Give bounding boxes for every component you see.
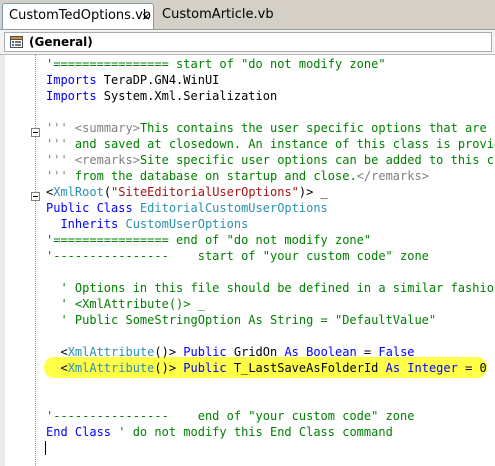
class-name-dropdown[interactable]: (General) [4,32,492,52]
code-token: = [356,345,379,359]
code-token: Imports [46,89,97,103]
code-token: ' Options in this file should be defined… [46,281,495,295]
code-token: EditorialCustomUserOptions [139,201,328,215]
tab-label: CustomArticle.vb [162,7,274,22]
code-token: Inherits [46,217,119,231]
code-line[interactable]: ''' from the database on startup and clo… [46,168,429,184]
code-token: CustomUserOptions [125,217,249,231]
code-token: Public Class [46,201,133,215]
code-line[interactable]: '================ end of "do not modify … [46,232,371,248]
code-token: This contains the user specific options … [139,121,495,135]
document-tab-bar: CustomTedOptions.vb × CustomArticle.vb [0,0,495,30]
code-line[interactable]: ''' and saved at closedown. An instance … [46,136,495,152]
code-line[interactable]: <XmlRoot("SiteEditorialUserOptions")> _ [46,184,328,200]
code-line[interactable]: End Class ' do not modify this End Class… [46,424,393,440]
code-token: XmlRoot [53,185,104,199]
code-token: GridOn [226,345,285,359]
code-token: XmlAttribute [67,361,155,375]
code-token: False [378,345,415,359]
selected-scope-label: (General) [29,35,93,49]
code-token: )> _ [298,185,328,199]
code-token: < [46,361,68,375]
code-token: ()> [154,345,184,359]
code-token: ' <XmlAttribute()> _ [46,297,205,311]
outlining-margin [35,55,36,466]
collapse-icon[interactable] [31,192,40,201]
tab-customarticle[interactable]: CustomArticle.vb [156,3,274,29]
code-line[interactable]: Imports System.Xml.Serialization [46,88,277,104]
navigation-bar: (General) [0,30,495,55]
code-line[interactable]: ' Options in this file should be defined… [46,280,495,296]
class-icon [10,36,23,48]
code-token: < [46,345,68,359]
tab-customtedoptions[interactable]: CustomTedOptions.vb × [2,3,154,29]
indicator-margin [0,55,5,466]
code-line[interactable]: ' Public SomeStringOption As String = "D… [46,312,436,328]
code-token: ''' [46,169,68,183]
code-token: '---------------- end of "your custom co… [46,409,415,423]
code-token: "SiteEditorialUserOptions" [111,185,299,199]
code-token: ''' [46,137,68,151]
collapse-icon[interactable] [31,128,40,137]
code-token: As Boolean [284,345,357,359]
code-token: ''' [46,153,68,167]
code-token: End Class [46,425,112,439]
code-line[interactable]: ' <XmlAttribute()> _ [46,296,205,312]
code-line[interactable]: ''' <summary>This contains the user spec… [46,120,495,136]
code-line[interactable]: Public Class EditorialCustomUserOptions [46,200,328,216]
code-line[interactable]: <XmlAttribute()> Public T_LastSaveAsFold… [46,360,487,376]
code-token: ( [103,185,112,199]
code-line[interactable]: '---------------- end of "your custom co… [46,408,414,424]
code-token: ()> [154,361,184,375]
code-token: '---------------- start of "your custom … [46,249,429,263]
code-token: = 0 [457,361,487,375]
code-line[interactable]: <XmlAttribute()> Public GridOn As Boolea… [46,344,415,360]
code-line[interactable]: Inherits CustomUserOptions [46,216,248,232]
code-token: System.Xml.Serialization [96,89,278,103]
code-token: Site specific user options can be added … [139,153,495,167]
code-token: ' do not modify this End Class command [111,425,393,439]
text-caret [45,441,46,455]
code-token: T_LastSaveAsFolderId [226,361,386,375]
code-token: <summary> [74,121,140,135]
code-token: from the database on startup and close. [67,169,357,183]
code-token: As Integer [385,361,458,375]
code-token: ' Public SomeStringOption As String = "D… [46,313,437,327]
code-token: XmlAttribute [67,345,155,359]
code-line[interactable]: '---------------- start of "your custom … [46,248,429,264]
code-token: and saved at closedown. An instance of t… [67,137,495,151]
code-line[interactable]: '================ start of "do not modif… [46,56,386,72]
code-token: </remarks> [356,169,429,183]
code-token: '================ start of "do not modif… [46,57,386,71]
code-token: ''' [46,121,68,135]
code-editor[interactable]: '================ start of "do not modif… [46,56,495,460]
close-icon[interactable]: × [141,11,151,22]
code-token: Public [183,361,227,375]
code-token: <remarks> [74,153,140,167]
code-line[interactable]: ''' <remarks>Site specific user options … [46,152,495,168]
code-line[interactable]: Imports TeraDP.GN4.WinUI [46,72,219,88]
code-token: TeraDP.GN4.WinUI [96,73,220,87]
code-token: Imports [46,73,97,87]
tab-label: CustomTedOptions.vb [9,8,152,23]
code-token: '================ end of "do not modify … [46,233,372,247]
code-token: Public [183,345,227,359]
